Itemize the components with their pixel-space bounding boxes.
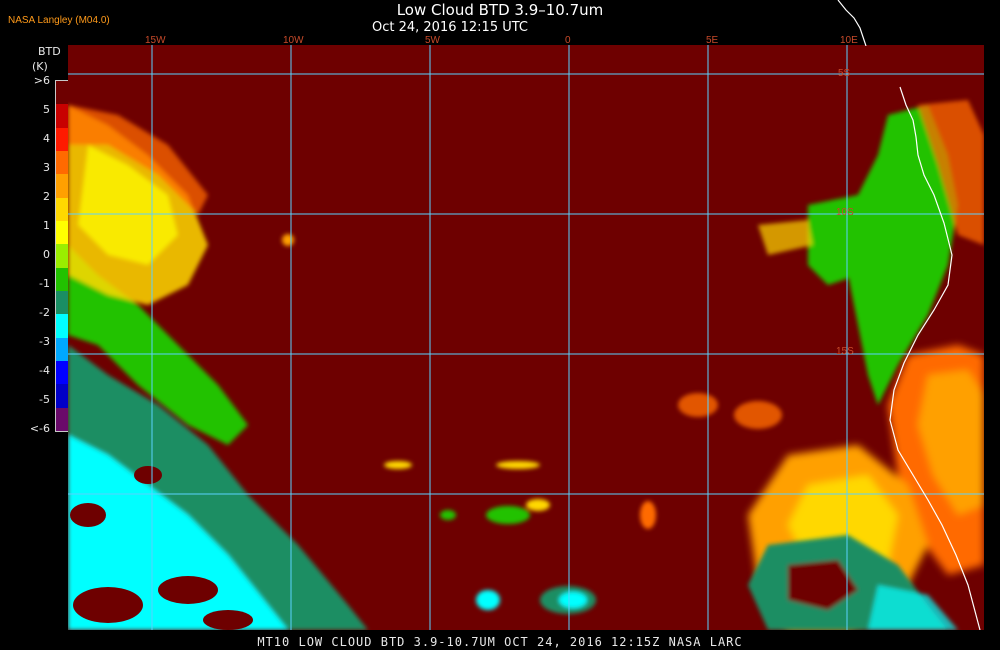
colorbar-tick: 3: [43, 161, 50, 174]
colorbar-tick: 0: [43, 248, 50, 261]
colorbar-tick: -1: [39, 277, 50, 290]
satellite-map: [68, 45, 984, 630]
colorbar-tick: <-6: [29, 422, 50, 435]
colorbar-tick: 5: [43, 103, 50, 116]
lon-label-0: 0: [565, 35, 571, 46]
colorbar-tick: 1: [43, 219, 50, 232]
colorbar-tick: -5: [39, 393, 50, 406]
colorbar-tick: 2: [43, 190, 50, 203]
colorbar-tick: -4: [39, 364, 50, 377]
footer-caption: MT10 LOW CLOUD BTD 3.9-10.7UM OCT 24, 20…: [257, 635, 743, 649]
image-timestamp: Oct 24, 2016 12:15 UTC: [372, 20, 528, 35]
colorbar-tick: >6: [33, 74, 50, 87]
producer-label: NASA Langley (M04.0): [8, 15, 110, 26]
lat-label-10s: 10S: [836, 207, 854, 218]
lat-label-5s: 5S: [838, 68, 851, 79]
colorbar-tick: -3: [39, 335, 50, 348]
colorbar-units: (K): [32, 60, 48, 73]
lon-label-15w: 15W: [145, 35, 166, 46]
lat-label-15s: 15S: [836, 346, 854, 357]
colorbar-tick: -2: [39, 306, 50, 319]
lon-label-10e: 10E: [840, 35, 858, 46]
lon-label-10w: 10W: [283, 35, 304, 46]
colorbar-tick: 4: [43, 132, 50, 145]
colorbar-title: BTD: [38, 45, 61, 58]
lon-label-5w: 5W: [425, 35, 440, 46]
lon-label-5e: 5E: [706, 35, 719, 46]
